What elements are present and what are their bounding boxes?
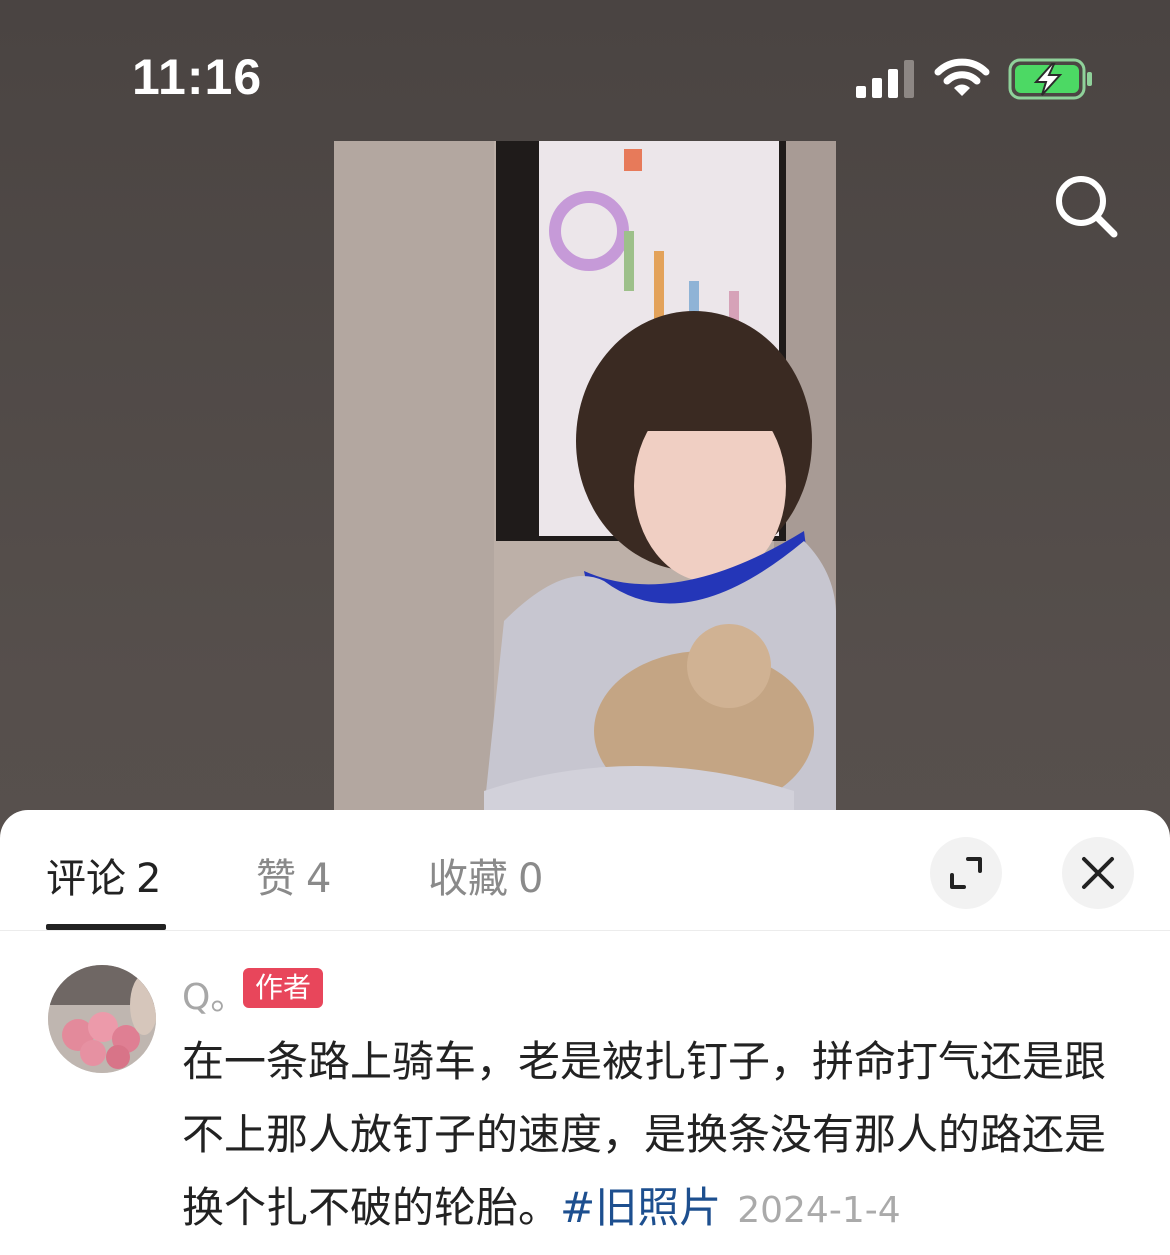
expand-button[interactable] (930, 837, 1002, 909)
tab-label: 赞 (256, 856, 296, 902)
active-tab-indicator (46, 924, 166, 930)
author-badge: 作者 (243, 968, 324, 1008)
comments-sheet: 评论 2 赞4 收藏 0 Q。 作者 在一条路上骑车，老是被扎钉子，拼命打气还是… (0, 810, 1170, 1255)
comment-username[interactable]: Q。 (182, 968, 246, 1020)
search-icon (1056, 176, 1118, 238)
post-photo[interactable] (334, 141, 836, 811)
close-button[interactable] (1062, 837, 1134, 909)
tab-label: 收藏 (428, 856, 508, 902)
cellular-signal-icon (856, 60, 914, 98)
tab-favorites[interactable]: 收藏 0 (428, 846, 543, 904)
tab-likes[interactable]: 赞4 (256, 846, 331, 904)
expand-icon (950, 857, 982, 889)
close-icon (1082, 857, 1114, 889)
status-time: 11:16 (132, 49, 263, 105)
tab-label: 评论 (46, 856, 126, 902)
tab-count: 0 (518, 856, 544, 902)
avatar[interactable] (48, 965, 156, 1073)
hashtag-link[interactable]: #旧照片 (560, 1183, 721, 1232)
search-button[interactable] (1050, 170, 1122, 242)
comment-date: 2024-1-4 (737, 1190, 901, 1231)
tab-comments[interactable]: 评论 2 (46, 846, 161, 904)
battery-charging-icon (1008, 58, 1092, 100)
tab-bar: 评论 2 赞4 收藏 0 (0, 810, 1170, 931)
tab-count: 4 (306, 856, 332, 902)
wifi-icon (934, 58, 990, 96)
tab-count: 2 (136, 856, 162, 902)
comment-body[interactable]: 在一条路上骑车，老是被扎钉子，拼命打气还是跟不上那人放钉子的速度，是换条没有那人… (182, 1025, 1122, 1247)
